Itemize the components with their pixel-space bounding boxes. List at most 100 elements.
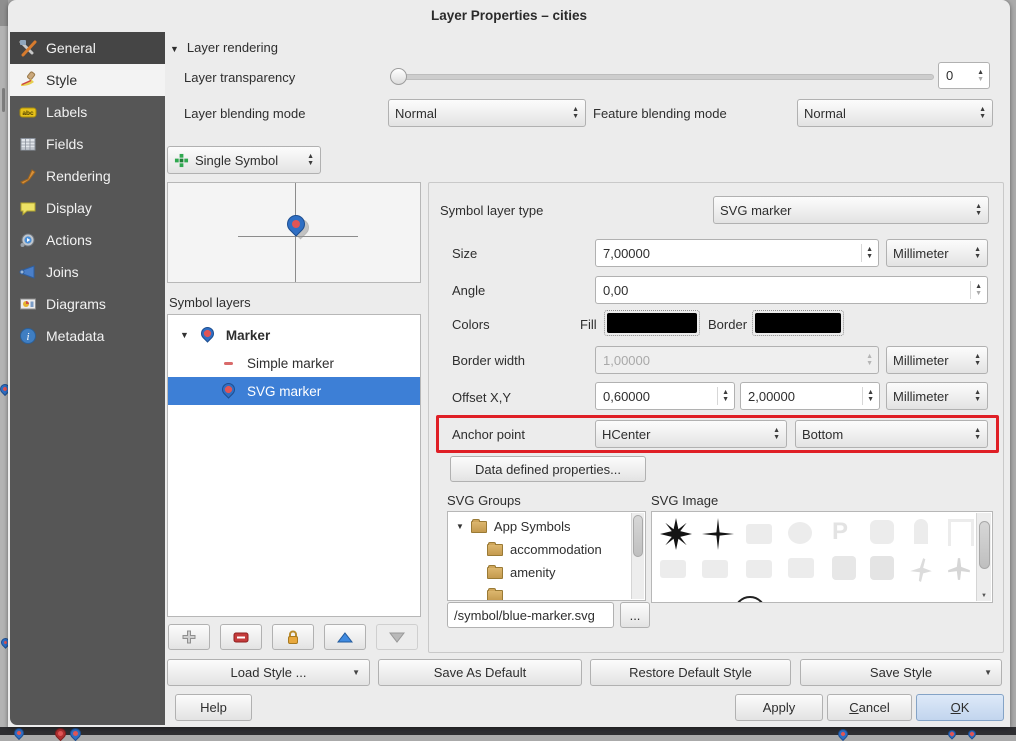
transparency-slider[interactable] — [390, 66, 932, 86]
sidebar-item-diagrams[interactable]: Diagrams — [10, 288, 165, 320]
svg-image-grid: P ▼ — [651, 511, 993, 603]
apply-button[interactable]: Apply — [735, 694, 823, 721]
svg-thumb-circle-partial-icon[interactable] — [734, 596, 766, 603]
svg-thumb-star8-icon[interactable] — [660, 518, 692, 550]
spin-arrows-icon[interactable]: ▲▼ — [717, 387, 729, 405]
save-style-button[interactable]: Save Style ▼ — [800, 659, 1002, 686]
symbol-layer-type-combo[interactable]: SVG marker ▲▼ — [713, 196, 989, 224]
angle-spinbox[interactable]: 0,00 ▲▼ — [595, 276, 988, 304]
group-item-accommodation[interactable]: accommodation — [448, 539, 628, 560]
browse-svg-button[interactable]: ... — [620, 602, 650, 628]
spin-arrows-icon[interactable]: ▲▼ — [970, 281, 982, 299]
tree-item-marker[interactable]: ▼ Marker — [168, 321, 420, 349]
layer-properties-dialog: Layer Properties – cities General Style … — [8, 0, 1010, 727]
add-symbol-layer-button[interactable] — [168, 624, 210, 650]
slider-track[interactable] — [390, 74, 934, 80]
size-spinbox[interactable]: 7,00000 ▲▼ — [595, 239, 879, 267]
svg-image-label: SVG Image — [651, 493, 718, 508]
svg-thumb-row2-icon[interactable] — [702, 560, 728, 578]
slider-handle[interactable] — [390, 68, 407, 85]
svg-thumb-train-icon[interactable] — [870, 520, 894, 544]
offset-y-spinbox[interactable]: 2,00000 ▲▼ — [740, 382, 880, 410]
angle-label: Angle — [452, 283, 485, 298]
layer-blending-combo[interactable]: Normal ▲▼ — [388, 99, 586, 127]
transparency-spinbox[interactable]: 0 ▲▼ — [938, 62, 990, 89]
sidebar-item-label: Metadata — [46, 328, 104, 344]
feature-blending-combo[interactable]: Normal ▲▼ — [797, 99, 993, 127]
folder-icon — [487, 590, 503, 602]
sidebar-item-joins[interactable]: Joins — [10, 256, 165, 288]
sidebar-item-labels[interactable]: abc Labels — [10, 96, 165, 128]
svg-thumb-row2-icon[interactable] — [870, 556, 894, 580]
colors-label: Colors — [452, 317, 490, 332]
sidebar-item-rendering[interactable]: Rendering — [10, 160, 165, 192]
svg-image-scrollbar[interactable]: ▼ — [976, 513, 991, 601]
border-width-spinbox[interactable]: 1,00000 ▲▼ — [595, 346, 879, 374]
cancel-button[interactable]: Cancel — [827, 694, 912, 721]
title-bar[interactable]: Layer Properties – cities — [8, 0, 1010, 32]
help-button[interactable]: Help — [175, 694, 252, 721]
offset-unit-combo[interactable]: Millimeter ▲▼ — [886, 382, 988, 410]
svg-thumb-ship-icon[interactable] — [788, 522, 812, 544]
save-as-default-button[interactable]: Save As Default — [378, 659, 582, 686]
renderer-combo[interactable]: Single Symbol ▲▼ — [167, 146, 321, 174]
sidebar-item-actions[interactable]: Actions — [10, 224, 165, 256]
group-item-clipped[interactable] — [448, 585, 628, 601]
svg-thumb-monument-icon[interactable] — [914, 519, 928, 544]
gear-action-icon — [19, 231, 37, 249]
svg-image-scrollbar-thumb[interactable] — [979, 521, 990, 569]
border-width-unit-combo[interactable]: Millimeter ▲▼ — [886, 346, 988, 374]
group-item-amenity[interactable]: amenity — [448, 562, 628, 583]
group-item-app-symbols[interactable]: ▼ App Symbols — [448, 516, 628, 537]
svg-thumb-gate-icon[interactable] — [948, 519, 974, 546]
ok-button[interactable]: OK — [916, 694, 1004, 721]
up-triangle-icon — [337, 632, 353, 643]
move-layer-up-button[interactable] — [324, 624, 366, 650]
svg-path-input[interactable] — [447, 602, 614, 628]
sidebar-item-fields[interactable]: Fields — [10, 128, 165, 160]
expander-icon[interactable]: ▼ — [180, 330, 189, 340]
restore-default-style-button[interactable]: Restore Default Style — [590, 659, 791, 686]
remove-symbol-layer-button[interactable] — [220, 624, 262, 650]
label-tag-icon: abc — [19, 103, 37, 121]
sidebar-item-style[interactable]: Style — [10, 64, 165, 96]
svg-thumb-plane2-icon[interactable] — [908, 556, 934, 582]
svg-thumb-row2-icon[interactable] — [788, 558, 814, 578]
border-color-swatch[interactable] — [752, 310, 844, 336]
spin-arrows-icon[interactable]: ▲▼ — [977, 69, 984, 83]
spin-arrows-icon[interactable]: ▲▼ — [862, 387, 874, 405]
marker-thumb-icon — [219, 380, 237, 398]
sidebar-item-display[interactable]: Display — [10, 192, 165, 224]
move-layer-down-button[interactable] — [376, 624, 418, 650]
svg-text:abc: abc — [22, 110, 34, 117]
expander-icon[interactable]: ▼ — [456, 522, 464, 531]
svg-thumb-plane-icon[interactable] — [746, 524, 772, 544]
tree-item-svg-marker[interactable]: SVG marker — [168, 377, 420, 405]
svg-thumb-row2-icon[interactable] — [660, 560, 686, 578]
layer-blending-label: Layer blending mode — [184, 106, 305, 121]
svg-thumb-row2-icon[interactable] — [832, 556, 856, 580]
lock-symbol-layer-button[interactable] — [272, 624, 314, 650]
load-style-button[interactable]: Load Style ... ▼ — [167, 659, 370, 686]
sidebar-item-label: Fields — [46, 136, 83, 152]
svg-thumb-row2-icon[interactable] — [746, 560, 772, 578]
scrollbar-down-arrow-icon[interactable]: ▼ — [981, 593, 987, 599]
svg-thumb-parking-icon[interactable]: P — [832, 518, 848, 546]
fill-color-swatch[interactable] — [604, 310, 700, 336]
sidebar-item-general[interactable]: General — [10, 32, 165, 64]
data-defined-properties-button[interactable]: Data defined properties... — [450, 456, 646, 482]
combo-arrows-icon: ▲▼ — [979, 106, 986, 120]
offset-x-spinbox[interactable]: 0,60000 ▲▼ — [595, 382, 735, 410]
combo-arrows-icon: ▲▼ — [974, 353, 981, 367]
svg-thumb-plane3-icon[interactable] — [946, 556, 972, 582]
groups-scrollbar[interactable] — [631, 513, 644, 599]
size-unit-combo[interactable]: Millimeter ▲▼ — [886, 239, 988, 267]
sidebar-item-metadata[interactable]: i Metadata — [10, 320, 165, 352]
sidebar-item-label: General — [46, 40, 96, 56]
layer-rendering-header[interactable]: ▼Layer rendering — [170, 40, 278, 55]
svg-groups-label: SVG Groups — [447, 493, 521, 508]
svg-thumb-star4-icon[interactable] — [702, 518, 734, 550]
tree-item-simple-marker[interactable]: Simple marker — [168, 349, 420, 377]
groups-scrollbar-thumb[interactable] — [633, 515, 643, 557]
spin-arrows-icon[interactable]: ▲▼ — [861, 244, 873, 262]
